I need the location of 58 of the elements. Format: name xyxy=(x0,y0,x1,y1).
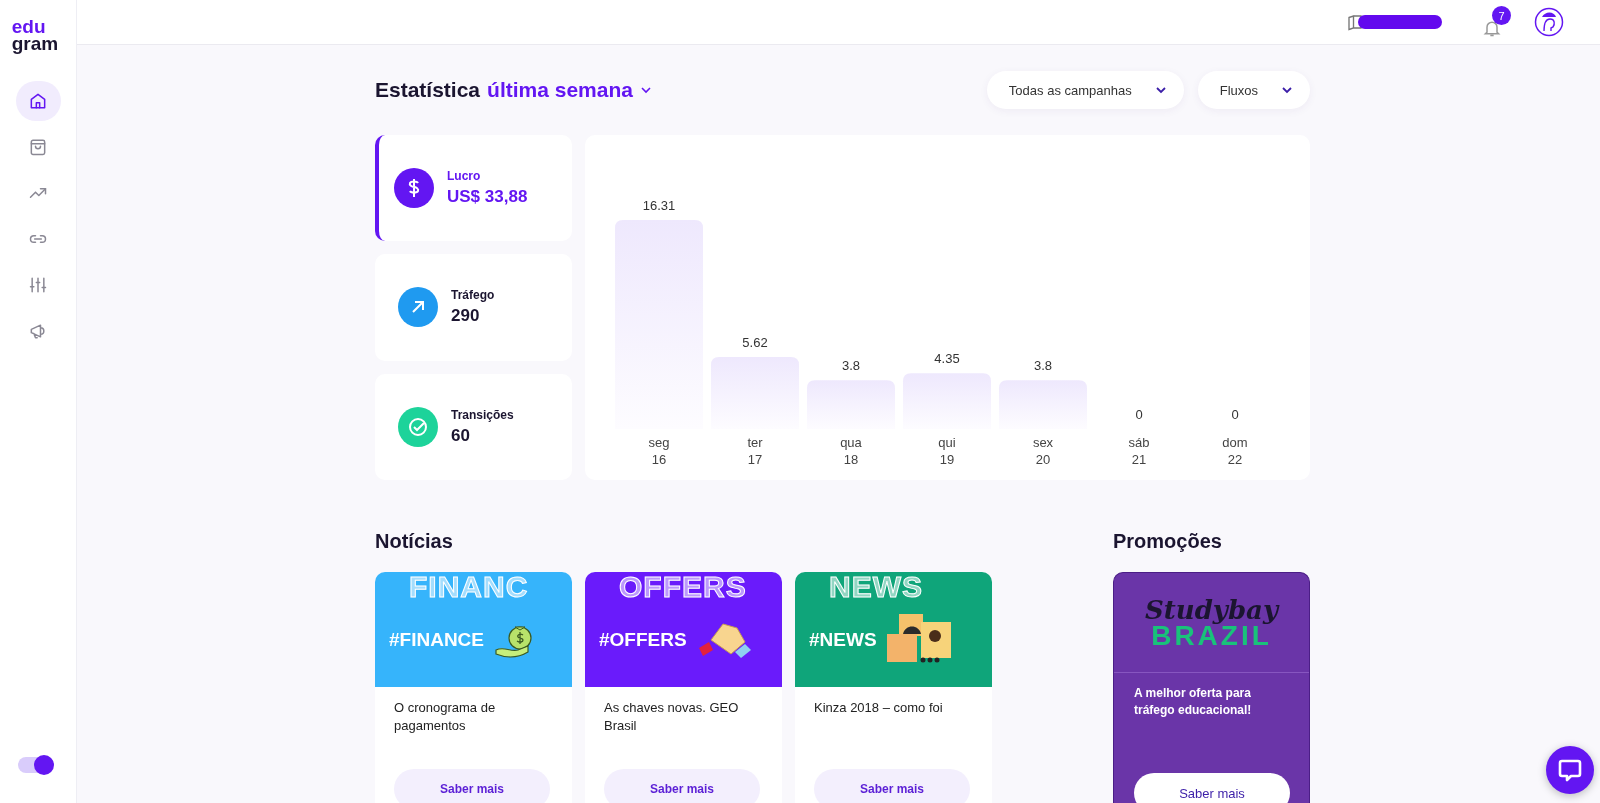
axis-label: sex 20 xyxy=(1032,435,1054,467)
news-text: As chaves novas. GEO Brasil xyxy=(604,699,740,735)
metric-value: 290 xyxy=(451,306,481,327)
metric-card[interactable]: Transições 60 xyxy=(375,373,572,480)
more-button[interactable]: Saber mais xyxy=(1134,773,1290,803)
promotions-title: Promoções xyxy=(1113,530,1223,554)
metric-value: 60 xyxy=(451,425,471,446)
value-label: 3.8 xyxy=(841,358,861,374)
book-icon xyxy=(1346,13,1364,31)
chat-icon xyxy=(1557,757,1583,783)
news-text: O cronograma de pagamentos xyxy=(394,699,497,735)
filter-dropdown[interactable]: Todas as campanhas xyxy=(986,71,1184,109)
axis-label: sáb 21 xyxy=(1128,435,1150,467)
logo[interactable]: edu gram xyxy=(11,18,59,52)
value-label: 0 xyxy=(1231,407,1239,422)
value-label: 0 xyxy=(1135,407,1143,422)
value-label: 3.8 xyxy=(1033,358,1053,374)
home-icon xyxy=(28,91,48,111)
statistics-title: Estatística xyxy=(375,78,481,102)
metric-card[interactable]: Tráfego 290 xyxy=(375,254,572,361)
banner-word: FINANC xyxy=(409,572,530,602)
metric-label: Transições xyxy=(451,407,514,422)
value-label: 4.35 xyxy=(934,351,960,367)
news-text: Kinza 2018 – como foi xyxy=(814,699,944,717)
banner-word: OFFERS xyxy=(619,572,748,602)
nav-item[interactable] xyxy=(15,81,61,121)
theme-toggle[interactable] xyxy=(18,757,52,773)
banner-tag: #FINANCE xyxy=(389,629,484,651)
news-title: Notícias xyxy=(375,530,454,554)
chat-button[interactable] xyxy=(1546,746,1594,794)
banner-tag: #NEWS xyxy=(809,629,877,651)
avatar[interactable] xyxy=(1534,7,1564,37)
megaphone-icon xyxy=(28,321,48,341)
bag-icon xyxy=(28,137,48,157)
axis-label: ter 17 xyxy=(747,435,763,467)
axis-label: seg 16 xyxy=(648,435,670,467)
user-icon xyxy=(1534,7,1564,37)
more-button[interactable]: Saber mais xyxy=(394,769,550,803)
logo-script: Studybay xyxy=(1144,596,1279,623)
metric-card[interactable]: Lucro US$ 33,88 xyxy=(375,135,572,242)
sliders-icon xyxy=(28,275,48,295)
axis-label: qui 19 xyxy=(938,435,956,467)
promo-text: A melhor oferta para tráfego educacional! xyxy=(1134,685,1253,719)
metric-label: Tráfego xyxy=(451,288,495,303)
banner-word: NEWS xyxy=(829,572,924,602)
notification-badge: 7 xyxy=(1492,6,1511,25)
axis-label: dom 22 xyxy=(1222,435,1248,467)
value-label: 5.62 xyxy=(742,335,768,350)
period-dropdown[interactable]: última semana xyxy=(487,78,653,102)
banner-tag: #OFFERS xyxy=(599,629,687,651)
axis-label: qua 18 xyxy=(840,435,862,467)
metric-value: US$ 33,88 xyxy=(447,187,528,208)
notifications-button[interactable]: 7 xyxy=(1482,6,1512,38)
metric-label: Lucro xyxy=(447,169,482,184)
more-button[interactable]: Saber mais xyxy=(604,769,760,803)
value-label: 16.31 xyxy=(642,198,676,213)
filter-dropdown[interactable]: Fluxos xyxy=(1197,71,1310,109)
more-button[interactable]: Saber mais xyxy=(814,769,970,803)
